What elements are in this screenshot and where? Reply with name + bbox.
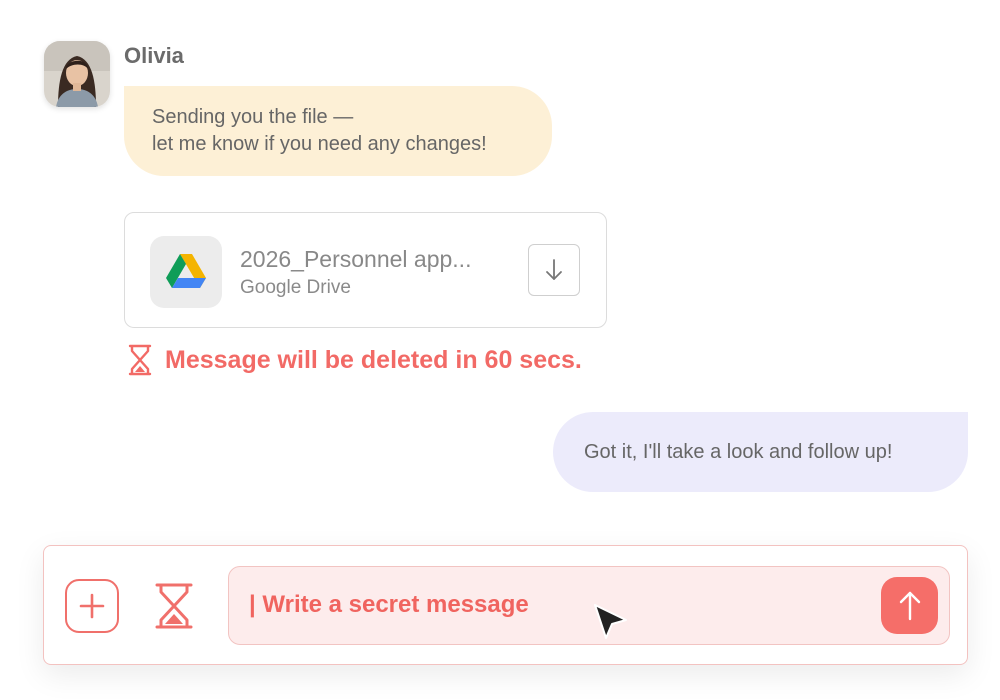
plus-icon xyxy=(79,593,105,619)
arrow-down-icon xyxy=(546,259,562,280)
google-drive-icon xyxy=(150,236,222,308)
arrow-up-icon xyxy=(899,591,920,620)
message-line: Sending you the file — xyxy=(152,106,354,128)
hourglass-icon xyxy=(128,344,152,376)
file-attachment-card[interactable]: 2026_Personnel app... Google Drive xyxy=(124,212,607,328)
message-field xyxy=(228,566,950,645)
incoming-message-bubble: Sending you the file — let me know if yo… xyxy=(124,86,552,176)
expiry-notice: Message will be deleted in 60 secs. xyxy=(127,343,582,377)
download-button[interactable] xyxy=(528,244,580,296)
message-line: let me know if you need any changes! xyxy=(152,133,487,155)
outgoing-message-bubble: Got it, I'll take a look and follow up! xyxy=(553,412,968,492)
message-input[interactable] xyxy=(249,567,869,643)
self-destruct-timer-button[interactable] xyxy=(147,579,201,633)
file-name: 2026_Personnel app... xyxy=(240,246,472,272)
sender-name: Olivia xyxy=(124,43,184,68)
file-source: Google Drive xyxy=(240,277,351,298)
outgoing-message-text: Got it, I'll take a look and follow up! xyxy=(584,440,893,463)
sender-avatar[interactable] xyxy=(44,41,110,107)
expiry-text: Message will be deleted in 60 secs. xyxy=(165,345,582,374)
send-button[interactable] xyxy=(881,577,938,634)
add-attachment-button[interactable] xyxy=(65,579,119,633)
mouse-cursor-icon xyxy=(594,604,627,639)
hourglass-icon xyxy=(155,583,193,629)
message-composer xyxy=(43,545,968,665)
